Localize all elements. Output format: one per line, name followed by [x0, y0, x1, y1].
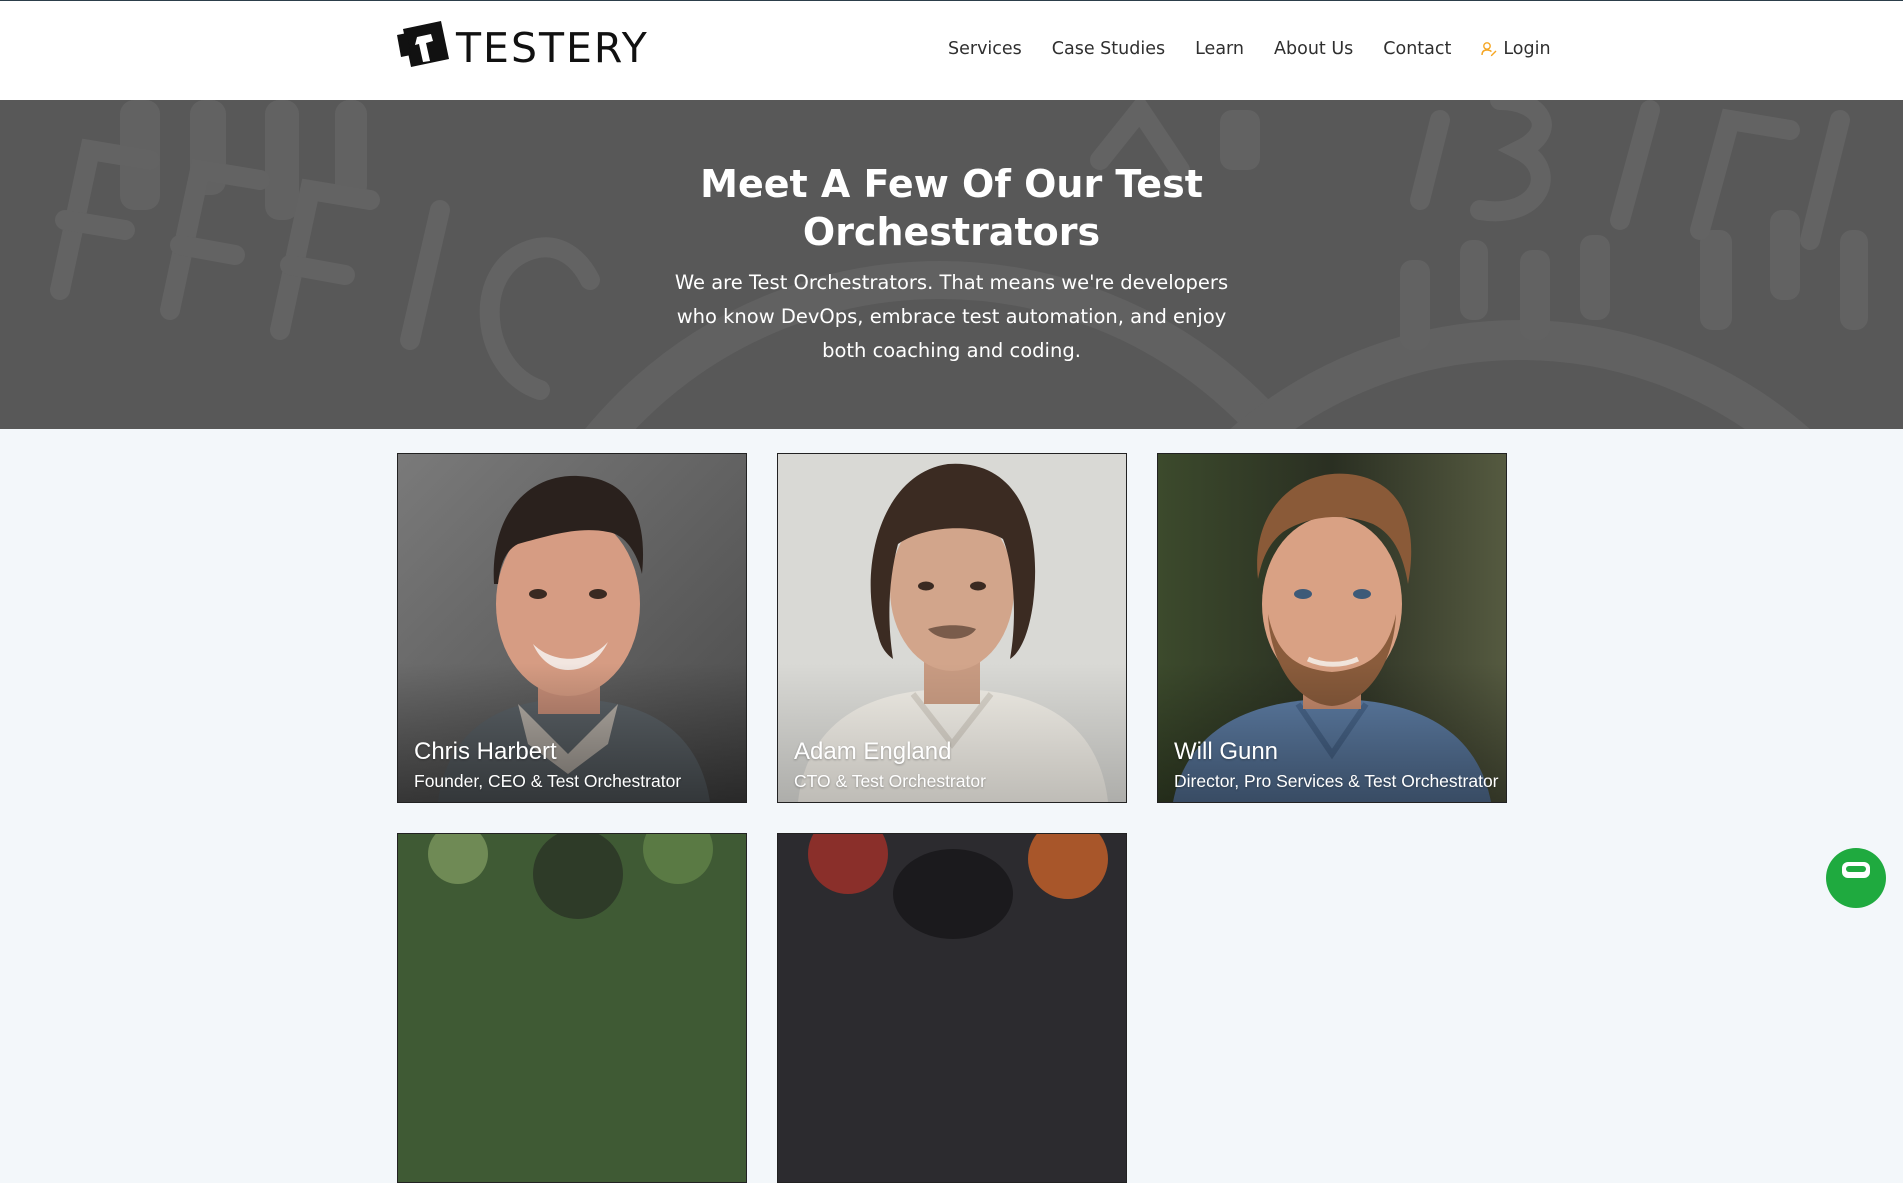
team-member-name: Chris Harbert	[414, 738, 557, 765]
team-photo	[778, 834, 1126, 1182]
team-photo	[398, 834, 746, 1182]
team-card[interactable]: Chris Harbert Founder, CEO & Test Orches…	[397, 453, 747, 803]
chat-bubble-icon	[1842, 862, 1870, 878]
testery-logo-icon	[397, 21, 449, 67]
team-member-role: Director, Pro Services & Test Orchestrat…	[1174, 771, 1499, 791]
brand-logo[interactable]: TESTERY	[397, 21, 649, 75]
hero-background-pattern	[0, 100, 1903, 429]
team-card[interactable]	[777, 833, 1127, 1183]
hero-title-line-2: Orchestrators	[802, 210, 1101, 254]
nav-case-studies[interactable]: Case Studies	[1052, 39, 1165, 59]
team-member-role: CTO & Test Orchestrator	[794, 771, 986, 791]
team-card[interactable]	[397, 833, 747, 1183]
team-member-role: Founder, CEO & Test Orchestrator	[414, 771, 682, 791]
hero-subtitle: We are Test Orchestrators. That means we…	[674, 271, 1229, 362]
nav-about-us[interactable]: About Us	[1274, 39, 1353, 59]
main-nav: Services Case Studies Learn About Us Con…	[948, 39, 1551, 59]
nav-services[interactable]: Services	[948, 39, 1022, 59]
site-header: TESTERY Services Case Studies Learn Abou…	[0, 1, 1903, 100]
team-card[interactable]: Will Gunn Director, Pro Services & Test …	[1157, 453, 1507, 803]
nav-learn[interactable]: Learn	[1195, 39, 1244, 59]
brand-name: TESTERY	[456, 24, 649, 72]
nav-login[interactable]: Login	[1481, 39, 1551, 59]
hero-title: Meet A Few Of Our Test Orchestrators	[0, 160, 1903, 256]
team-member-name: Will Gunn	[1174, 738, 1279, 765]
team-card[interactable]: Adam England CTO & Test Orchestrator	[777, 453, 1127, 803]
nav-contact[interactable]: Contact	[1383, 39, 1451, 59]
user-login-icon	[1481, 42, 1497, 57]
chat-widget-button[interactable]	[1826, 848, 1886, 908]
hero-banner: Meet A Few Of Our Test Orchestrators We …	[0, 100, 1903, 429]
hero-title-line-1: Meet A Few Of Our Test	[700, 162, 1203, 206]
login-label: Login	[1503, 39, 1551, 59]
team-member-name: Adam England	[794, 738, 952, 765]
